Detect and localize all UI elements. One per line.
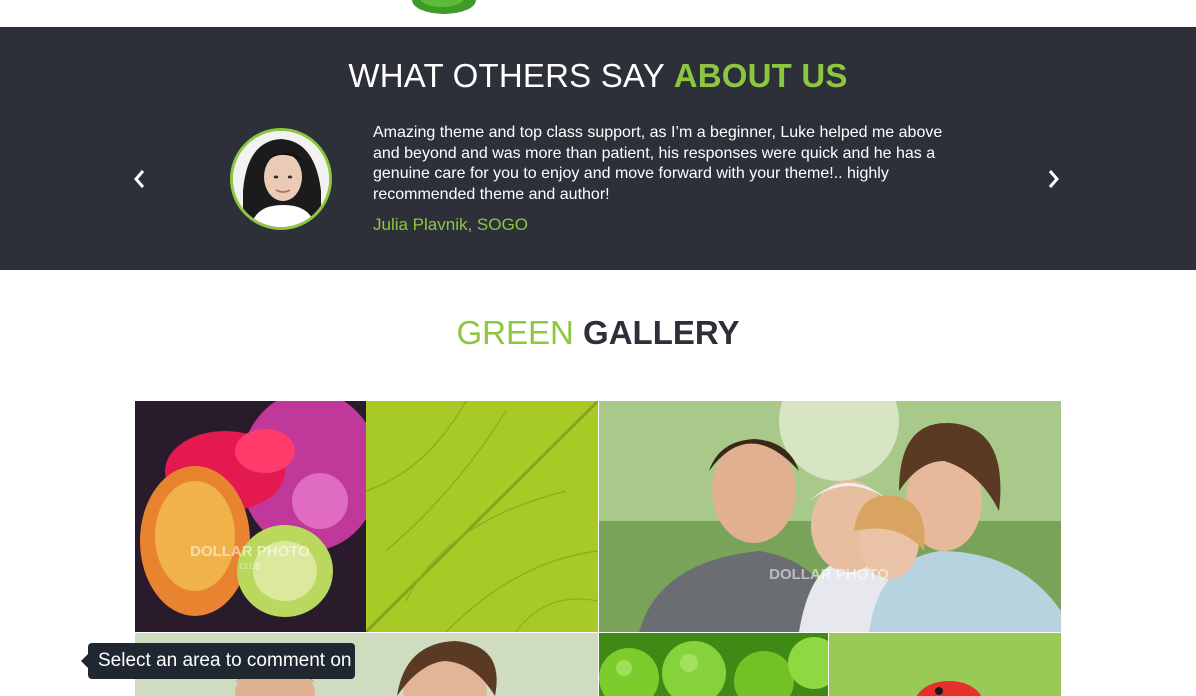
testimonial-quote: Amazing theme and top class support, as … (373, 124, 943, 204)
gallery-item-ladybug[interactable] (829, 633, 1061, 696)
comment-tooltip: Select an area to comment on (81, 643, 355, 679)
gallery-title-green: GREEN (456, 314, 574, 351)
watermark: DOLLAR PHOTO (190, 543, 310, 560)
gallery-item-group-of-friends[interactable]: DOLLAR PHOTO (599, 401, 1061, 632)
gallery-item-green-apples[interactable] (599, 633, 828, 696)
testimonials-title-highlight: ABOUT US (673, 57, 848, 94)
gallery-item-green-leaf[interactable] (366, 401, 598, 632)
chevron-right-icon (1048, 170, 1059, 188)
gallery-title-dark: GALLERY (583, 314, 740, 351)
avatar (230, 128, 332, 230)
next-button[interactable] (1041, 167, 1065, 191)
top-strip (0, 0, 1196, 27)
prev-button[interactable] (128, 167, 152, 191)
gallery-title: GREEN GALLERY (0, 314, 1196, 352)
leaf-icon (400, 0, 490, 21)
testimonials-section: WHAT OTHERS SAY ABOUT US Amazing theme a… (0, 27, 1196, 270)
testimonials-title-main: WHAT OTHERS SAY (348, 57, 665, 94)
tooltip-text: Select an area to comment on (98, 650, 352, 671)
watermark-sub: CLUB (239, 562, 260, 571)
tooltip-arrow (81, 654, 88, 668)
watermark: DOLLAR PHOTO (769, 566, 889, 583)
chevron-left-icon (134, 170, 145, 188)
gallery-item-cactus-fruit[interactable]: DOLLAR PHOTO CLUB (135, 401, 366, 632)
testimonials-title: WHAT OTHERS SAY ABOUT US (0, 57, 1196, 95)
testimonial-author: Julia Plavnik, SOGO (373, 215, 528, 234)
